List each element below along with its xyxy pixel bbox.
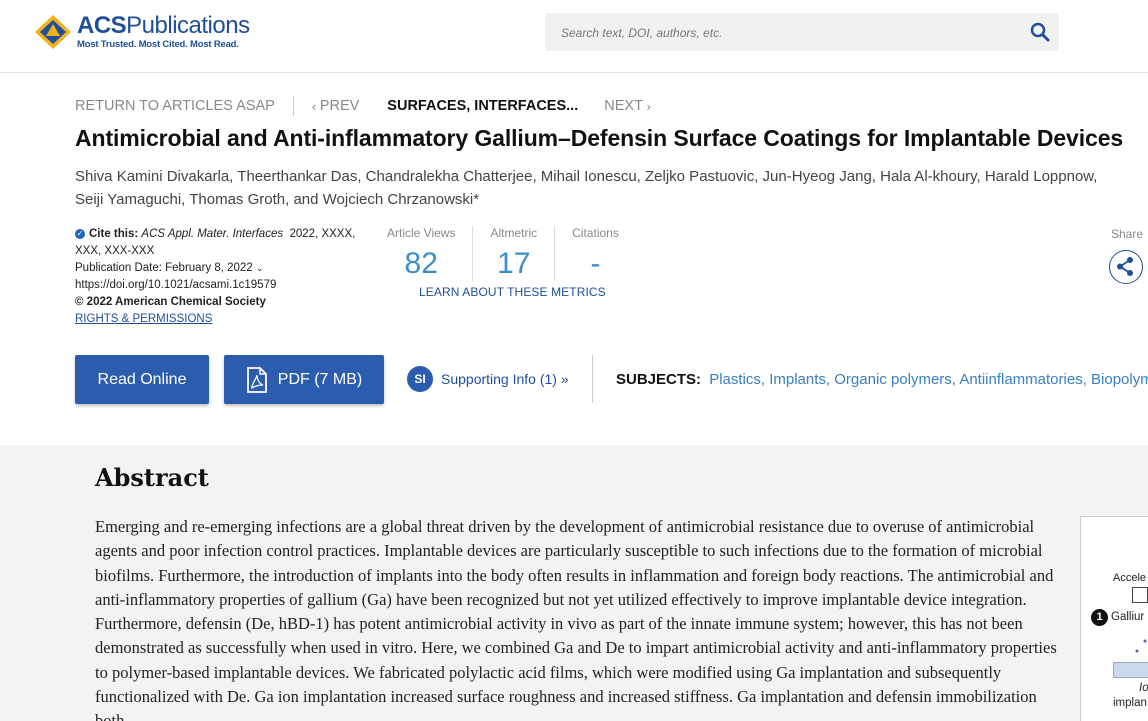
authors-line-1[interactable]: Shiva Kamini Divakarla, Theerthankar Das…: [75, 165, 1140, 188]
logo-publications: Publications: [126, 12, 250, 40]
search-input[interactable]: [559, 13, 1003, 53]
nav-divider: [292, 96, 294, 116]
cite-rest: 2022, XXXX,: [289, 228, 356, 240]
article-nav: RETURN TO ARTICLES ASAP ‹ PREV SURFACES,…: [75, 96, 651, 116]
cite-line-2: XXX, XXX-XXX: [75, 245, 155, 257]
chevron-down-icon[interactable]: ⌄: [256, 263, 264, 273]
toc-graphic[interactable]: Accele 1 Galliur Io implan: [1080, 516, 1148, 721]
subjects-label: SUBJECTS:: [616, 371, 702, 388]
toc-step-number: 1: [1091, 609, 1108, 626]
acs-logo[interactable]: ACSPublications Most Trusted. Most Cited…: [34, 14, 250, 50]
abstract-text: Emerging and re-emerging infections are …: [95, 517, 1057, 721]
search-icon: [1030, 22, 1050, 42]
subject-link[interactable]: Implants,: [769, 371, 830, 388]
acs-logo-icon: [35, 15, 71, 49]
supporting-info-link[interactable]: SI Supporting Info (1) »: [407, 366, 569, 392]
subjects-list: SUBJECTS: Plastics, Implants, Organic po…: [616, 371, 1148, 388]
pdf-download-button[interactable]: PDF (7 MB): [224, 355, 384, 404]
chevron-right-icon: ›: [642, 98, 651, 114]
copyright: © 2022 American Chemical Society: [75, 296, 266, 308]
read-online-button[interactable]: Read Online: [75, 355, 209, 404]
toc-label-ion: Io: [1139, 682, 1148, 694]
publication-date: Publication Date: February 8, 2022: [75, 262, 253, 274]
toc-box-shape: [1132, 587, 1148, 603]
current-section-link[interactable]: SURFACES, INTERFACES...: [387, 98, 578, 114]
si-badge-icon: SI: [407, 366, 433, 392]
toc-label-gallium: Galliur: [1111, 611, 1145, 623]
metric-views-label: Article Views: [387, 226, 456, 240]
cite-label[interactable]: Cite this:: [89, 228, 138, 240]
check-icon: ✓: [75, 228, 85, 239]
subject-link[interactable]: Biopolymers: [1091, 371, 1148, 388]
chevron-left-icon: ‹: [311, 98, 320, 114]
subject-link[interactable]: Organic polymers,: [834, 371, 956, 388]
logo-acs: ACS: [77, 12, 127, 40]
share-label: Share: [1111, 227, 1144, 241]
author-list: Shiva Kamini Divakarla, Theerthankar Das…: [75, 165, 1140, 211]
subject-link[interactable]: Plastics,: [709, 371, 765, 388]
logo-tagline: Most Trusted. Most Cited. Most Read.: [77, 39, 239, 51]
abstract-section: Abstract Emerging and re-emerging infect…: [0, 445, 1148, 721]
article-title: Antimicrobial and Anti-inflammatory Gall…: [75, 125, 1124, 151]
search-button[interactable]: [1029, 21, 1051, 43]
pdf-button-label: PDF (7 MB): [277, 370, 363, 388]
subject-link[interactable]: Antiinflammatories,: [959, 371, 1087, 388]
metric-views-value: 82: [404, 247, 438, 280]
metric-views: Article Views 82: [387, 226, 472, 281]
cite-journal: ACS Appl. Mater. Interfaces: [141, 228, 284, 240]
pdf-icon: [246, 366, 267, 393]
toc-label-implant: implan: [1113, 697, 1147, 709]
return-to-articles-link[interactable]: RETURN TO ARTICLES ASAP: [75, 98, 275, 114]
learn-metrics-link[interactable]: LEARN ABOUT THESE METRICS: [419, 285, 606, 299]
metric-altmetric-label: Altmetric: [490, 226, 538, 240]
doi-link[interactable]: https://doi.org/10.1021/acsami.1c19579: [75, 277, 375, 294]
search-bar: [545, 13, 1059, 53]
prev-link[interactable]: PREV: [320, 98, 360, 114]
metric-altmetric[interactable]: Altmetric 17: [472, 226, 554, 281]
site-header: ACSPublications Most Trusted. Most Cited…: [0, 0, 1148, 73]
toc-film-slab: [1113, 662, 1148, 678]
metric-citations-value: -: [590, 247, 601, 280]
share-icon: [1117, 257, 1133, 276]
share-button[interactable]: [1109, 250, 1143, 284]
authors-line-2[interactable]: Seiji Yamaguchi, Thomas Groth, and Wojci…: [75, 188, 1140, 211]
toc-label-accel: Accele: [1113, 572, 1147, 584]
toc-ion-dots: [1135, 639, 1147, 653]
next-link[interactable]: NEXT: [604, 98, 643, 114]
rights-permissions-link[interactable]: RIGHTS & PERMISSIONS: [75, 311, 375, 328]
supporting-info-label: Supporting Info (1) »: [441, 371, 569, 387]
metric-citations: Citations -: [554, 226, 636, 281]
actions-divider: [592, 355, 593, 403]
citation-meta: ✓ Cite this: ACS Appl. Mater. Interfaces …: [75, 226, 375, 328]
article-metrics: Article Views 82 Altmetric 17 Citations …: [387, 226, 636, 281]
abstract-heading: Abstract: [95, 463, 209, 492]
metric-altmetric-value: 17: [497, 247, 531, 280]
metric-citations-label: Citations: [572, 226, 619, 240]
